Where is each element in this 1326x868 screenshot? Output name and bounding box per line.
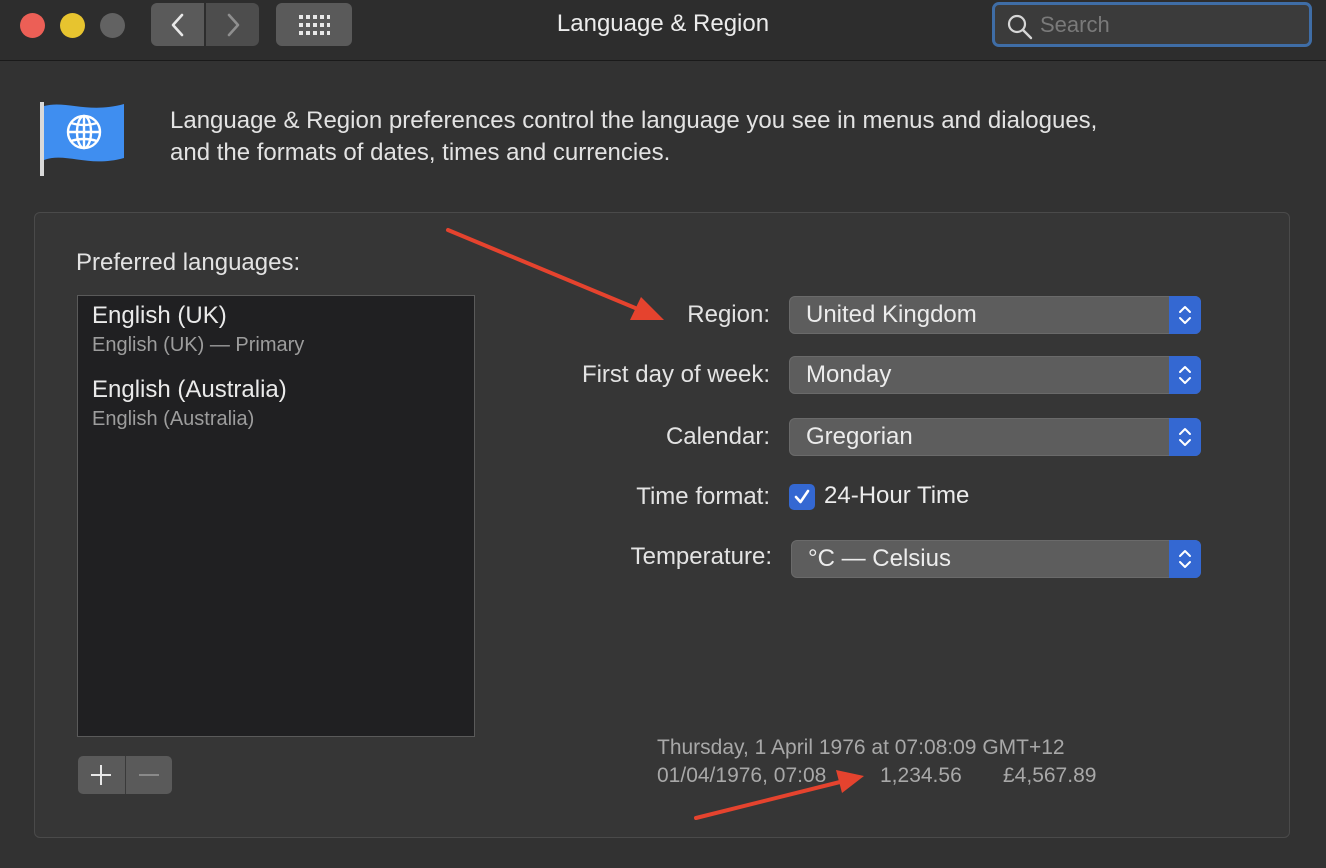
24-hour-checkbox[interactable] <box>789 484 815 510</box>
list-item[interactable]: English (Australia) English (Australia) <box>92 375 287 433</box>
24-hour-label[interactable]: 24-Hour Time <box>824 482 969 510</box>
preferred-languages-list[interactable]: English (UK) English (UK) — Primary Engl… <box>77 295 475 737</box>
language-name: English (Australia) <box>92 376 287 403</box>
temperature-stepper <box>1169 540 1201 578</box>
flag-globe-icon <box>40 102 124 176</box>
first-day-stepper <box>1169 356 1201 394</box>
language-subtitle: English (UK) — Primary <box>92 334 305 356</box>
calendar-label: Calendar: <box>665 423 770 450</box>
chevron-up-down-icon <box>1179 306 1191 324</box>
region-stepper <box>1169 296 1201 334</box>
remove-language-button[interactable] <box>126 756 173 794</box>
calendar-value: Gregorian <box>806 423 913 450</box>
first-day-popup[interactable]: Monday <box>789 356 1201 394</box>
minus-icon <box>138 774 159 776</box>
title-bar: Language & Region <box>0 0 1326 61</box>
intro-text: Language & Region preferences control th… <box>170 105 1270 169</box>
checkmark-icon <box>794 489 810 504</box>
search-icon <box>1007 14 1033 40</box>
preferred-languages-label: Preferred languages: <box>76 249 301 276</box>
chevron-up-down-icon <box>1179 428 1191 446</box>
add-remove-control <box>78 756 172 794</box>
time-format-label: Time format: <box>636 483 770 510</box>
chevron-up-down-icon <box>1179 366 1191 384</box>
temperature-popup[interactable]: °C — Celsius <box>791 540 1201 578</box>
region-label: Region: <box>687 301 770 328</box>
sample-date-long: Thursday, 1 April 1976 at 07:08:09 GMT+1… <box>657 736 1065 759</box>
sample-formats-row: 01/04/1976, 07:08 1,234.56 £4,567.89 <box>657 764 1117 792</box>
first-day-value: Monday <box>806 361 892 388</box>
language-subtitle: English (Australia) <box>92 408 255 430</box>
plus-icon <box>91 765 112 785</box>
region-value: United Kingdom <box>806 301 977 328</box>
sample-currency: £4,567.89 <box>1003 764 1097 787</box>
intro-line-2: and the formats of dates, times and curr… <box>170 139 671 166</box>
sample-date-short: 01/04/1976, 07:08 <box>657 764 827 787</box>
list-item[interactable]: English (UK) English (UK) — Primary <box>92 301 304 359</box>
calendar-popup[interactable]: Gregorian <box>789 418 1201 456</box>
temperature-value: °C — Celsius <box>808 545 951 572</box>
intro-line-1: Language & Region preferences control th… <box>170 107 1098 134</box>
chevron-up-down-icon <box>1179 550 1191 568</box>
region-popup[interactable]: United Kingdom <box>789 296 1201 334</box>
calendar-stepper <box>1169 418 1201 456</box>
language-name: English (UK) <box>92 302 227 329</box>
search-input[interactable] <box>1040 11 1295 39</box>
first-day-label: First day of week: <box>581 361 770 388</box>
add-language-button[interactable] <box>78 756 126 794</box>
temperature-label: Temperature: <box>630 543 772 570</box>
sample-number: 1,234.56 <box>880 764 962 787</box>
search-field[interactable] <box>992 2 1312 47</box>
